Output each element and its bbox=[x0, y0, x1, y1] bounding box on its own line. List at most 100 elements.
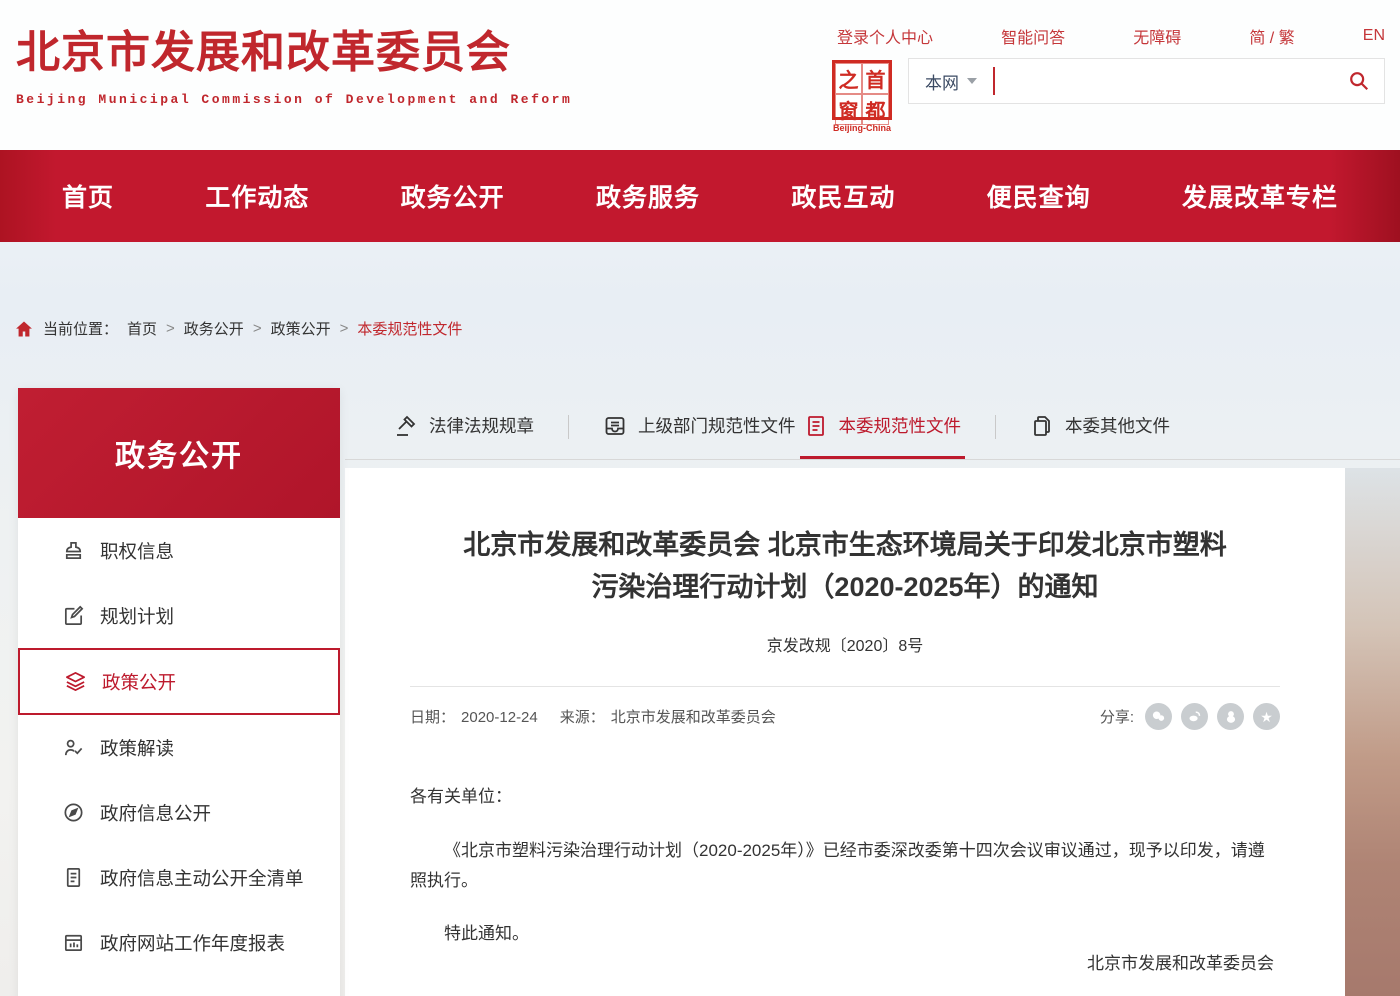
source-label: 来源： bbox=[560, 709, 605, 726]
content-tabs: 法律法规规章 上级部门规范性文件 本委规范性文件 bbox=[345, 395, 1400, 460]
breadcrumb: 当前位置： 首页 > 政务公开 > 政策公开 > 本委规范性文件 bbox=[14, 318, 462, 339]
home-icon bbox=[14, 319, 34, 339]
article-title: 北京市发展和改革委员会 北京市生态环境局关于印发北京市塑料 污染治理行动计划（2… bbox=[410, 524, 1280, 608]
beijing-china-seal-logo[interactable]: 之 首 窗 都 Beijing-China bbox=[830, 58, 894, 133]
report-icon bbox=[62, 931, 85, 954]
tab-label: 本委其他文件 bbox=[1065, 413, 1170, 438]
nav-item-gov-services[interactable]: 政务服务 bbox=[596, 178, 700, 214]
seal-caption: Beijing-China bbox=[830, 123, 894, 133]
sidebar-item-website-annual-report[interactable]: 政府网站工作年度报表 bbox=[18, 910, 340, 975]
sidebar-title: 政务公开 bbox=[18, 388, 340, 518]
article-paragraph: 《北京市塑料污染治理行动计划（2020-2025年）》已经市委深改委第十四次会议… bbox=[410, 836, 1280, 896]
tab-commission-normative-docs[interactable]: 本委规范性文件 bbox=[800, 395, 966, 459]
tab-superior-normative-docs[interactable]: 上级部门规范性文件 bbox=[599, 395, 800, 459]
article-title-line2: 污染治理行动计划（2020-2025年）的通知 bbox=[591, 572, 1098, 602]
breadcrumb-separator: > bbox=[340, 320, 349, 337]
tab-laws-regulations[interactable]: 法律法规规章 bbox=[390, 395, 538, 459]
qq-share-button[interactable] bbox=[1217, 703, 1244, 730]
compass-icon bbox=[62, 801, 85, 824]
article-panel: 北京市发展和改革委员会 北京市生态环境局关于印发北京市塑料 污染治理行动计划（2… bbox=[345, 468, 1345, 996]
edit-icon bbox=[62, 604, 85, 627]
english-link[interactable]: EN bbox=[1363, 27, 1385, 45]
site-logo[interactable]: 北京市发展和改革委员会 Beijing Municipal Commission… bbox=[16, 16, 572, 107]
tab-commission-other-docs[interactable]: 本委其他文件 bbox=[1026, 395, 1174, 459]
inbox-icon bbox=[603, 414, 627, 438]
smart-qa-link[interactable]: 智能问答 bbox=[1001, 24, 1065, 48]
article-salutation: 各有关单位： bbox=[410, 782, 1280, 812]
sidebar-item-label: 政府网站工作年度报表 bbox=[100, 930, 285, 956]
site-header: 北京市发展和改革委员会 Beijing Municipal Commission… bbox=[0, 0, 1400, 150]
sidebar: 政务公开 职权信息 规划计划 政策公开 bbox=[18, 388, 340, 996]
article-signature: 北京市发展和改革委员会 bbox=[410, 949, 1280, 979]
sidebar-item-label: 职权信息 bbox=[100, 538, 174, 564]
breadcrumb-label: 当前位置： bbox=[43, 318, 118, 339]
breadcrumb-separator: > bbox=[166, 320, 175, 337]
nav-item-convenient-query[interactable]: 便民查询 bbox=[987, 178, 1091, 214]
article-date: 2020-12-24 bbox=[461, 709, 538, 726]
doc-copy-icon bbox=[1030, 414, 1054, 438]
tab-divider bbox=[568, 415, 569, 439]
tab-label: 法律法规规章 bbox=[429, 413, 534, 438]
document-number: 京发改规〔2020〕8号 bbox=[410, 632, 1280, 656]
nav-item-interaction[interactable]: 政民互动 bbox=[791, 178, 895, 214]
sidebar-item-decision-directory[interactable]: 决策目录 bbox=[18, 975, 340, 996]
breadcrumb-home[interactable]: 首页 bbox=[127, 318, 157, 339]
weibo-share-button[interactable] bbox=[1181, 703, 1208, 730]
divider bbox=[410, 686, 1280, 687]
seal-icon: 之 首 窗 都 bbox=[832, 60, 892, 120]
wechat-icon bbox=[1151, 709, 1166, 724]
seal-char: 首 bbox=[862, 63, 889, 94]
weibo-icon bbox=[1187, 709, 1202, 724]
header-top-links: 登录个人中心 智能问答 无障碍 简 / 繁 EN bbox=[837, 24, 1385, 48]
header-search-row: 之 首 窗 都 Beijing-China 本网 bbox=[830, 58, 1385, 133]
article-title-line1: 北京市发展和改革委员会 北京市生态环境局关于印发北京市塑料 bbox=[463, 530, 1227, 560]
breadcrumb-current[interactable]: 本委规范性文件 bbox=[357, 318, 462, 339]
favorite-share-button[interactable]: ★ bbox=[1253, 703, 1280, 730]
sidebar-item-label: 政府信息主动公开全清单 bbox=[100, 865, 304, 891]
sidebar-item-planning[interactable]: 规划计划 bbox=[18, 583, 340, 648]
article-paragraph: 特此通知。 bbox=[410, 919, 1280, 949]
login-link[interactable]: 登录个人中心 bbox=[837, 24, 933, 48]
background-photo-left bbox=[0, 380, 18, 996]
share-bar: 分享: bbox=[1100, 703, 1280, 730]
sidebar-item-label: 政策公开 bbox=[102, 669, 176, 695]
main-navigation: 首页 工作动态 政务公开 政务服务 政民互动 便民查询 发展改革专栏 bbox=[0, 150, 1400, 242]
search-box: 本网 bbox=[908, 58, 1385, 104]
breadcrumb-policy[interactable]: 政策公开 bbox=[271, 318, 331, 339]
search-scope-label: 本网 bbox=[925, 69, 959, 94]
chevron-down-icon bbox=[967, 78, 977, 84]
article-source: 北京市发展和改革委员会 bbox=[611, 709, 776, 726]
main-content: 法律法规规章 上级部门规范性文件 本委规范性文件 bbox=[345, 395, 1400, 996]
stamp-icon bbox=[62, 539, 85, 562]
sidebar-item-policy-disclosure[interactable]: 政策公开 bbox=[18, 648, 340, 715]
simplified-traditional-link[interactable]: 简 / 繁 bbox=[1249, 24, 1294, 48]
sidebar-item-authority-info[interactable]: 职权信息 bbox=[18, 518, 340, 583]
search-scope-dropdown[interactable]: 本网 bbox=[909, 69, 993, 94]
nav-item-reform-column[interactable]: 发展改革专栏 bbox=[1182, 178, 1338, 214]
tab-divider bbox=[995, 415, 996, 439]
nav-item-home[interactable]: 首页 bbox=[62, 178, 114, 214]
search-input[interactable] bbox=[995, 61, 1334, 101]
tab-label: 本委规范性文件 bbox=[839, 413, 962, 438]
article-body: 各有关单位： 《北京市塑料污染治理行动计划（2020-2025年）》已经市委深改… bbox=[410, 782, 1280, 979]
site-title: 北京市发展和改革委员会 bbox=[16, 16, 572, 80]
sidebar-item-proactive-disclosure-list[interactable]: 政府信息主动公开全清单 bbox=[18, 845, 340, 910]
accessibility-link[interactable]: 无障碍 bbox=[1133, 24, 1181, 48]
nav-item-gov-affairs[interactable]: 政务公开 bbox=[401, 178, 505, 214]
qq-icon bbox=[1224, 710, 1238, 724]
list-doc-icon bbox=[62, 866, 85, 889]
tab-label: 上级部门规范性文件 bbox=[638, 413, 796, 438]
sidebar-item-policy-interpretation[interactable]: 政策解读 bbox=[18, 715, 340, 780]
doc-lines-icon bbox=[804, 414, 828, 438]
search-button[interactable] bbox=[1334, 70, 1384, 92]
article-meta: 日期：2020-12-24来源：北京市发展和改革委员会 bbox=[410, 706, 798, 727]
breadcrumb-gov-affairs[interactable]: 政务公开 bbox=[184, 318, 244, 339]
person-check-icon bbox=[62, 736, 85, 759]
sidebar-item-gov-info-disclosure[interactable]: 政府信息公开 bbox=[18, 780, 340, 845]
search-icon bbox=[1348, 70, 1370, 92]
breadcrumb-separator: > bbox=[253, 320, 262, 337]
nav-item-work-trends[interactable]: 工作动态 bbox=[205, 178, 309, 214]
gavel-icon bbox=[394, 414, 418, 438]
article-meta-row: 日期：2020-12-24来源：北京市发展和改革委员会 分享: bbox=[410, 703, 1280, 730]
wechat-share-button[interactable] bbox=[1145, 703, 1172, 730]
